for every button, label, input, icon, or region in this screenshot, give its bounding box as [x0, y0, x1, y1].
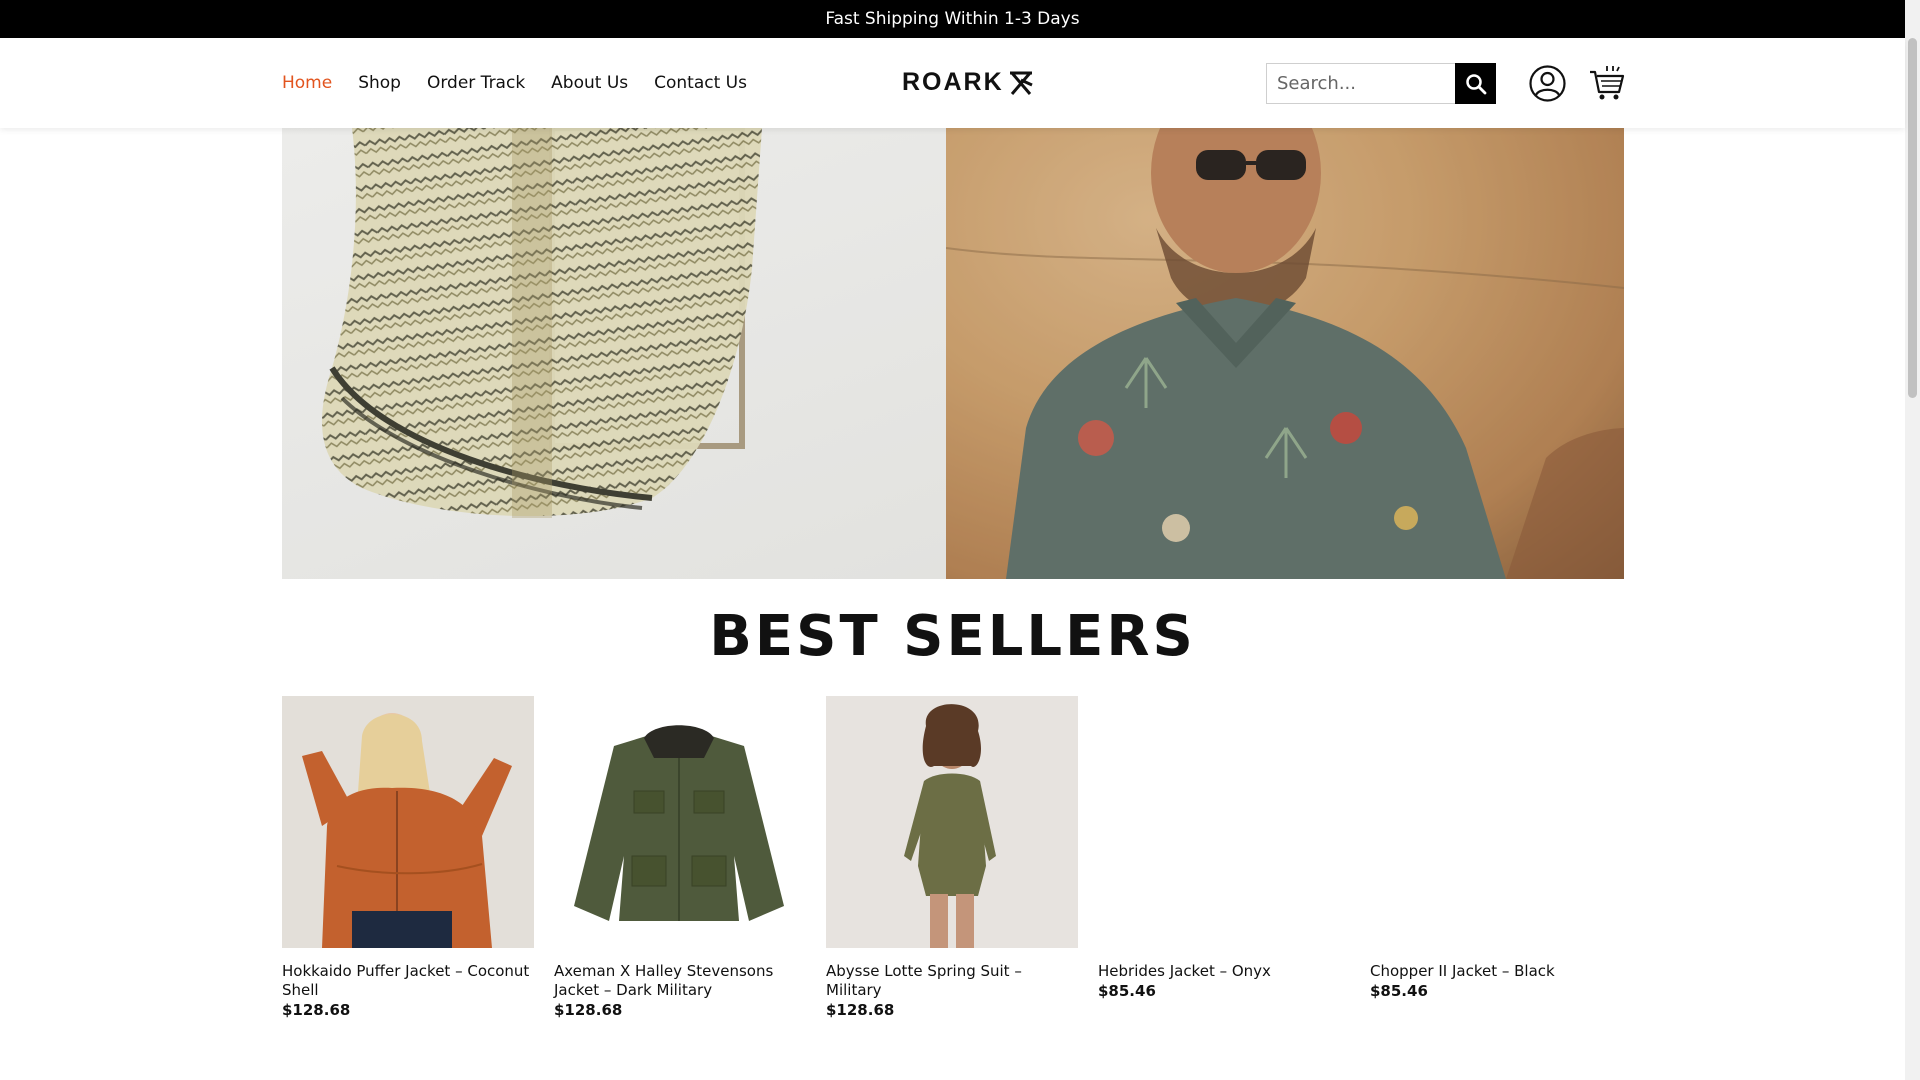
- product-name[interactable]: Hokkaido Puffer Jacket – Coconut Shell: [282, 962, 534, 1000]
- page-scrollbar[interactable]: [1905, 0, 1920, 1080]
- search-icon: [1465, 73, 1486, 94]
- model-shirt-illustration: [946, 128, 1624, 579]
- brand-mark-icon: [1009, 71, 1033, 95]
- product-card[interactable]: Hokkaido Puffer Jacket – Coconut Shell $…: [282, 696, 534, 1020]
- product-price: $128.68: [554, 1001, 623, 1019]
- search-button[interactable]: [1455, 63, 1496, 104]
- nav-item-home[interactable]: Home: [282, 73, 332, 93]
- product-image[interactable]: [282, 696, 534, 948]
- product-card[interactable]: Chopper II Jacket – Black $85.46: [1370, 696, 1622, 1020]
- military-jacket-image: [554, 696, 806, 948]
- brand-logo[interactable]: ROARK: [902, 68, 1034, 97]
- product-price: $85.46: [1370, 982, 1428, 1000]
- main-nav: Home Shop Order Track About Us Contact U…: [282, 38, 747, 128]
- product-card[interactable]: Abysse Lotte Spring Suit – Military $128…: [826, 696, 1078, 1020]
- shopping-cart-icon: [1590, 66, 1625, 100]
- hero-image-garment: [282, 128, 946, 579]
- product-name[interactable]: Axeman X Halley Stevensons Jacket – Dark…: [554, 962, 806, 1000]
- search-input[interactable]: [1266, 63, 1455, 104]
- knit-garment-illustration: [322, 128, 762, 518]
- product-image[interactable]: [1370, 696, 1622, 948]
- site-header: Home Shop Order Track About Us Contact U…: [0, 38, 1905, 128]
- user-circle-icon: [1529, 65, 1566, 102]
- nav-item-order-track[interactable]: Order Track: [427, 73, 525, 93]
- cart-button[interactable]: [1589, 64, 1625, 102]
- announcement-bar: Fast Shipping Within 1-3 Days: [0, 0, 1905, 38]
- nav-item-shop[interactable]: Shop: [358, 73, 401, 93]
- brand-logo-text: ROARK: [902, 68, 1004, 96]
- announcement-text: Fast Shipping Within 1-3 Days: [825, 9, 1080, 29]
- hero-banner[interactable]: [282, 128, 1624, 579]
- account-button[interactable]: [1529, 65, 1566, 102]
- section-title: BEST SELLERS: [709, 604, 1196, 669]
- product-price: $128.68: [282, 1001, 351, 1019]
- product-price: $128.68: [826, 1001, 895, 1019]
- product-image[interactable]: [1098, 696, 1350, 948]
- puffer-jacket-image: [282, 696, 534, 948]
- product-card[interactable]: Axeman X Halley Stevensons Jacket – Dark…: [554, 696, 806, 1020]
- nav-item-about-us[interactable]: About Us: [551, 73, 628, 93]
- hero-image-model: [946, 128, 1624, 579]
- product-card[interactable]: Hebrides Jacket – Onyx $85.46: [1098, 696, 1350, 1020]
- product-grid: Hokkaido Puffer Jacket – Coconut Shell $…: [282, 696, 1622, 1020]
- product-name[interactable]: Hebrides Jacket – Onyx: [1098, 962, 1350, 981]
- search-form: [1266, 63, 1496, 104]
- spring-suit-image: [826, 696, 1078, 948]
- nav-item-contact-us[interactable]: Contact Us: [654, 73, 747, 93]
- product-image[interactable]: [554, 696, 806, 948]
- product-name[interactable]: Abysse Lotte Spring Suit – Military: [826, 962, 1078, 1000]
- product-image[interactable]: [826, 696, 1078, 948]
- scrollbar-thumb[interactable]: [1908, 38, 1917, 398]
- product-price: $85.46: [1098, 982, 1156, 1000]
- product-name[interactable]: Chopper II Jacket – Black: [1370, 962, 1622, 981]
